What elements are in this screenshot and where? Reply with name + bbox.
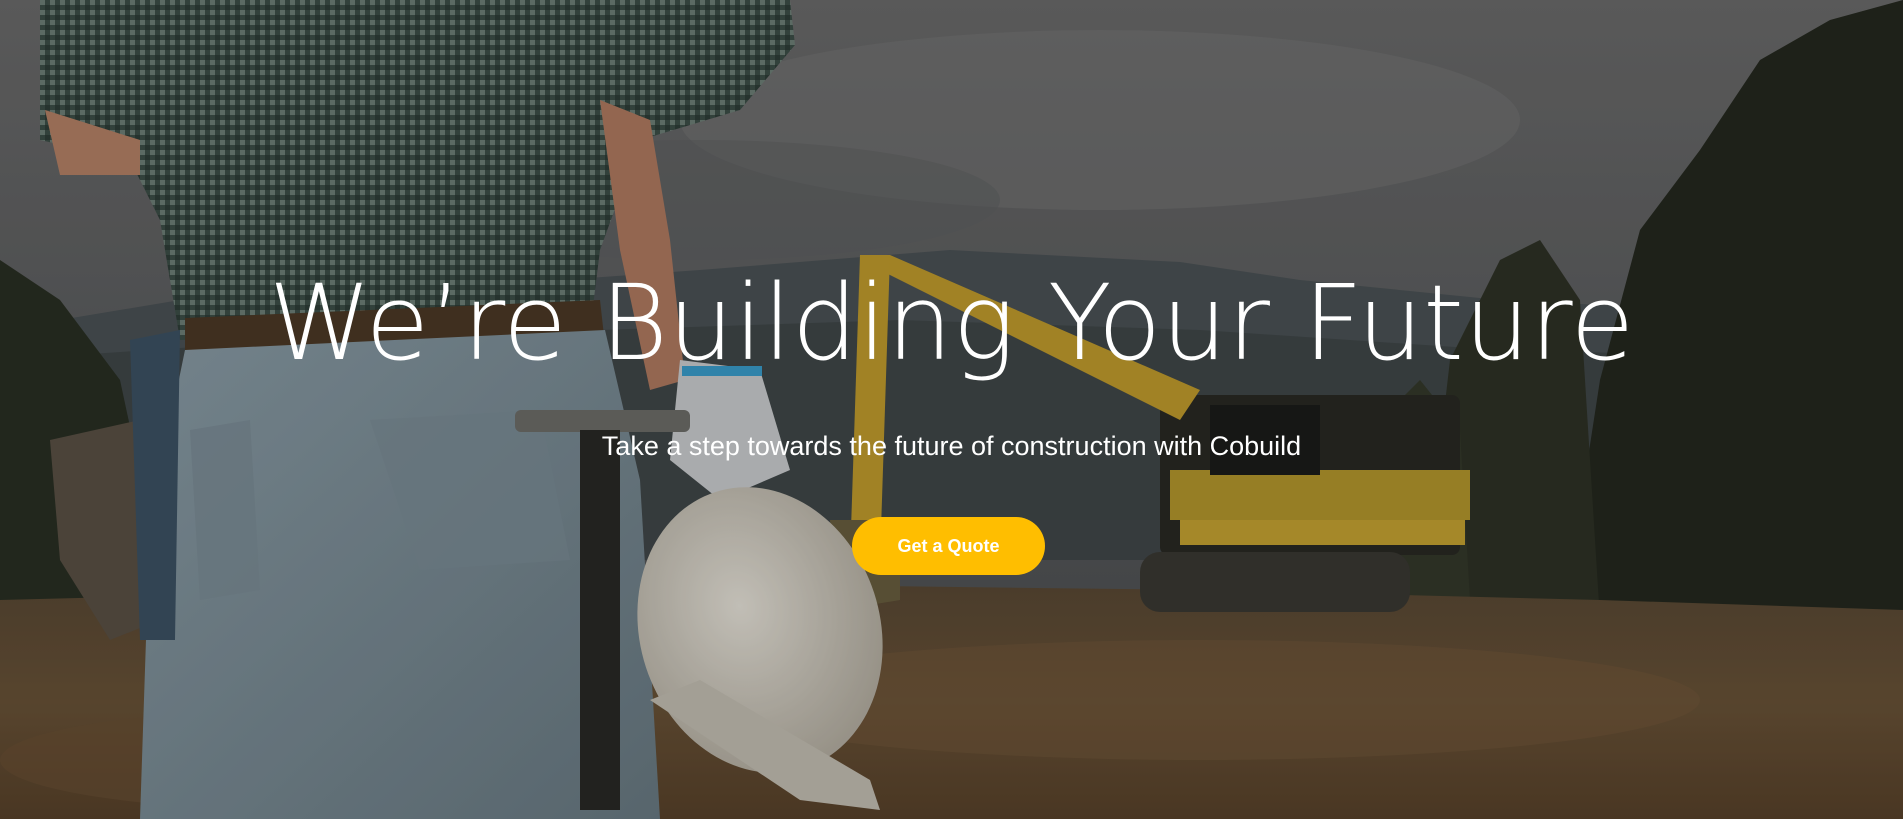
hero-content: We’re Building Your Future Take a step t… [0,0,1903,819]
get-a-quote-button[interactable]: Get a Quote [852,517,1045,575]
hero-section: We’re Building Your Future Take a step t… [0,0,1903,819]
hero-subheadline: Take a step towards the future of constr… [601,431,1302,461]
hero-headline: We’re Building Your Future [268,262,1635,384]
